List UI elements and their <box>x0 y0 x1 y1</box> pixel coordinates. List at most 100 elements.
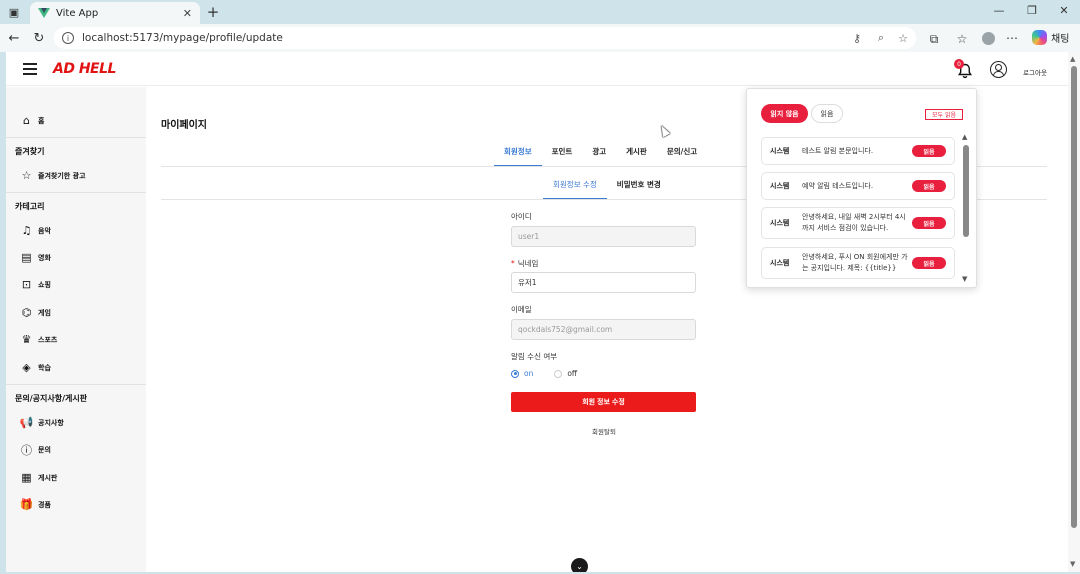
notification-item[interactable]: 시스템 안녕하세요, 푸시 ON 회원에게만 가는 공지입니다. 제목: {{t… <box>761 247 955 279</box>
copilot-label: 채팅 <box>1051 34 1070 45</box>
graduation-cap-icon: ◈ <box>22 361 31 374</box>
sidebar-divider <box>6 384 146 385</box>
tab-actions-icon[interactable]: ▣ <box>6 4 22 20</box>
scroll-down-icon[interactable]: ⌄ <box>571 558 588 572</box>
refresh-icon[interactable]: ↻ <box>31 30 47 46</box>
notification-text: 예약 알림 테스트입니다. <box>802 181 874 190</box>
scroll-down-arrow-icon[interactable]: ▼ <box>962 275 967 283</box>
extensions-icon[interactable]: ⧉ <box>926 31 942 47</box>
megaphone-icon: 📢 <box>19 416 34 429</box>
alarm-off-label[interactable]: off <box>567 369 577 378</box>
filter-unread-button[interactable]: 읽지 않음 <box>761 104 808 123</box>
sidebar-label: 즐겨찾기한 광고 <box>38 171 86 180</box>
tab-board[interactable]: 게시판 <box>616 136 657 166</box>
sidebar-label: 학습 <box>38 363 51 372</box>
notification-scroll-thumb[interactable] <box>963 145 969 237</box>
email-field: qockdals752@gmail.com <box>511 319 696 340</box>
more-menu-icon[interactable]: ⋯ <box>1004 30 1020 46</box>
sidebar-label: 공지사항 <box>38 418 64 427</box>
notification-item[interactable]: 시스템 안녕하세요, 내일 새벽 2시부터 4시까지 서비스 점검이 있습니다.… <box>761 207 955 239</box>
mark-read-button[interactable]: 읽음 <box>912 180 946 192</box>
tab-ads[interactable]: 광고 <box>582 136 616 166</box>
notification-count-badge: 0 <box>954 59 964 69</box>
back-icon[interactable]: ← <box>6 30 22 46</box>
page-scroll-up-icon[interactable]: ▲ <box>1070 55 1075 63</box>
alarm-on-label[interactable]: on <box>524 369 533 378</box>
page-viewport: AD HELL 0 로그아웃 ⌂ 홈 즐겨찾기 ☆ 즐겨찾기한 광고 카테고리 … <box>6 52 1068 572</box>
alarm-off-radio[interactable] <box>554 369 563 378</box>
favorites-icon[interactable]: ☆ <box>954 31 970 47</box>
page-scroll-down-icon[interactable]: ▼ <box>1070 560 1075 568</box>
mark-read-button[interactable]: 읽음 <box>912 257 946 269</box>
browser-tab[interactable]: Vite App ✕ <box>30 2 200 24</box>
sidebar-item-shopping[interactable]: ⊡ 쇼핑 <box>20 278 51 291</box>
mark-read-button[interactable]: 읽음 <box>912 217 946 229</box>
nickname-field[interactable]: 유저1 <box>511 272 696 293</box>
user-profile-icon[interactable] <box>990 61 1007 78</box>
sidebar-item-study[interactable]: ◈ 학습 <box>20 361 51 374</box>
tab-profile[interactable]: 회원정보 <box>494 136 542 167</box>
close-tab-icon[interactable]: ✕ <box>183 7 192 20</box>
sidebar-label: 스포츠 <box>38 335 58 344</box>
tab-points[interactable]: 포인트 <box>542 136 583 166</box>
sidebar-item-favorite-ads[interactable]: ☆ 즐겨찾기한 광고 <box>20 169 86 182</box>
tab-inquiry-report[interactable]: 문의/신고 <box>657 136 707 166</box>
sidebar-item-notice[interactable]: 📢 공지사항 <box>20 416 64 429</box>
update-profile-button[interactable]: 회원 정보 수정 <box>511 392 696 412</box>
page-scroll-thumb[interactable] <box>1071 66 1077 528</box>
minimize-icon[interactable]: — <box>992 4 1006 17</box>
new-tab-button[interactable]: + <box>204 3 222 21</box>
notification-item[interactable]: 시스템 예약 알림 테스트입니다. 읽음 <box>761 172 955 200</box>
shopping-bag-icon: ⊡ <box>21 278 32 291</box>
alarm-label: 알림 수신 여부 <box>511 352 558 361</box>
gift-icon: 🎁 <box>19 498 34 511</box>
site-info-icon[interactable]: i <box>62 32 74 44</box>
home-icon: ⌂ <box>23 114 30 127</box>
restore-icon[interactable]: ❐ <box>1025 4 1039 17</box>
url-text: localhost:5173/mypage/profile/update <box>82 32 283 44</box>
notification-text: 테스트 알림 본문입니다. <box>802 146 874 155</box>
notification-dropdown: 읽지 않음 읽음 모두 읽음 시스템 테스트 알림 본문입니다. 읽음 시스템 … <box>746 88 977 288</box>
address-bar[interactable]: i localhost:5173/mypage/profile/update ⚷… <box>54 27 916 49</box>
menu-icon[interactable] <box>23 63 37 75</box>
zoom-icon[interactable]: ⌕ <box>874 31 888 45</box>
logout-link[interactable]: 로그아웃 <box>1023 67 1047 77</box>
close-window-icon[interactable]: ✕ <box>1057 4 1071 17</box>
tab-title: Vite App <box>56 7 99 19</box>
filter-read-button[interactable]: 읽음 <box>811 104 843 123</box>
sidebar-item-movie[interactable]: ▤ 영화 <box>20 251 51 264</box>
profile-sub-tabs: 회원정보 수정 비밀번호 변경 <box>543 169 671 200</box>
sidebar-item-board[interactable]: ▦ 게시판 <box>20 471 57 484</box>
copilot-button[interactable]: 채팅 <box>1032 30 1069 45</box>
notification-scrollbar[interactable]: ▲ ▼ <box>962 133 969 283</box>
password-key-icon[interactable]: ⚷ <box>850 31 864 45</box>
sidebar-item-sports[interactable]: ♛ 스포츠 <box>20 333 58 346</box>
mypage-tabs: 회원정보 포인트 광고 게시판 문의/신고 <box>494 136 707 167</box>
nickname-label: * 닉네임 <box>511 258 538 269</box>
gamepad-icon: ⌬ <box>21 306 32 319</box>
notification-text: 안녕하세요, 내일 새벽 2시부터 4시까지 서비스 점검이 있습니다. <box>802 213 906 232</box>
profile-avatar-icon[interactable] <box>980 30 996 46</box>
sidebar-item-inquiry[interactable]: ⓘ 문의 <box>20 443 51 457</box>
subtab-change-password[interactable]: 비밀번호 변경 <box>607 169 671 199</box>
favorite-star-icon[interactable]: ☆ <box>896 31 910 45</box>
notification-type: 시스템 <box>770 147 790 155</box>
mark-all-read-button[interactable]: 모두 읽음 <box>925 109 963 120</box>
sidebar-item-game[interactable]: ⌬ 게임 <box>20 306 51 319</box>
subtab-edit-profile[interactable]: 회원정보 수정 <box>543 169 607 200</box>
mark-read-button[interactable]: 읽음 <box>912 145 946 157</box>
sidebar-item-home[interactable]: ⌂ 홈 <box>20 114 44 127</box>
nickname-label-text: 닉네임 <box>517 259 539 268</box>
site-logo[interactable]: AD HELL <box>53 61 116 77</box>
scroll-up-arrow-icon[interactable]: ▲ <box>962 133 967 141</box>
page-scrollbar[interactable]: ▲ ▼ <box>1068 52 1080 572</box>
vue-logo-icon <box>38 8 50 18</box>
notification-item[interactable]: 시스템 테스트 알림 본문입니다. 읽음 <box>761 137 955 165</box>
sidebar: ⌂ 홈 즐겨찾기 ☆ 즐겨찾기한 광고 카테고리 ♫ 음악 ▤ 영화 ⊡ 쇼핑 … <box>6 87 146 572</box>
alarm-on-radio[interactable] <box>511 369 519 378</box>
sidebar-item-prize[interactable]: 🎁 경품 <box>20 498 51 511</box>
sidebar-item-music[interactable]: ♫ 음악 <box>20 224 51 237</box>
notification-button[interactable]: 0 <box>954 59 974 80</box>
withdraw-link[interactable]: 회원탈퇴 <box>592 426 616 436</box>
sidebar-label: 경품 <box>38 500 51 509</box>
